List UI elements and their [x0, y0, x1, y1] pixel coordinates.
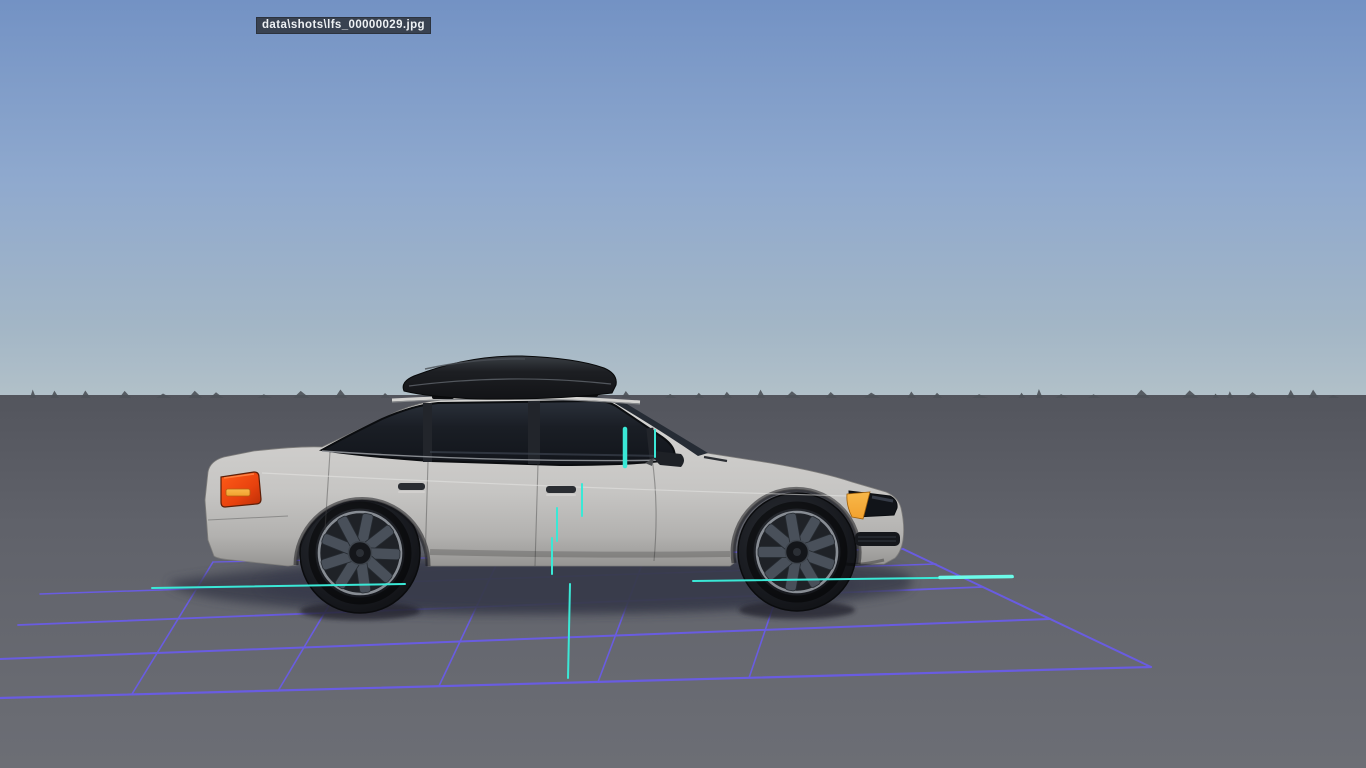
door-handle-rear — [398, 483, 425, 490]
b-pillar — [423, 403, 432, 462]
taillight — [220, 471, 262, 508]
front-wheel — [737, 492, 857, 612]
door-handle-front — [546, 486, 576, 493]
screenshot-path-text: data\shots\lfs_00000029.jpg — [262, 19, 425, 31]
debug-line-front-bright — [938, 574, 1014, 580]
scene-3d-render — [0, 0, 1366, 768]
game-viewport[interactable]: data\shots\lfs_00000029.jpg — [0, 0, 1366, 768]
screenshot-path-label: data\shots\lfs_00000029.jpg — [256, 17, 431, 34]
sky — [0, 0, 1366, 399]
front-intake — [855, 532, 900, 546]
